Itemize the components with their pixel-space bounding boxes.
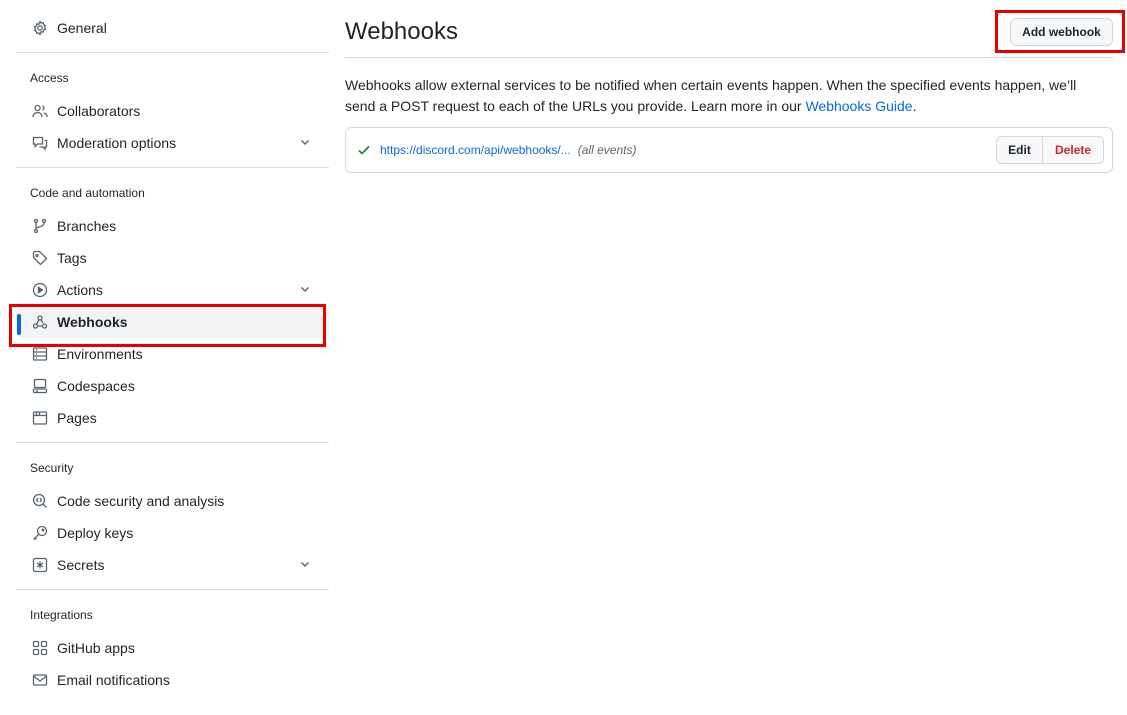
sidebar-item-codespaces[interactable]: Codespaces: [16, 370, 329, 402]
sidebar-item-environments[interactable]: Environments: [16, 338, 329, 370]
key-asterisk-icon: [32, 557, 48, 573]
sidebar-item-code-security[interactable]: Code security and analysis: [16, 485, 329, 517]
sidebar-item-label: General: [57, 20, 107, 36]
sidebar-item-actions[interactable]: Actions: [16, 274, 329, 306]
divider: [16, 52, 329, 53]
sidebar-item-label: Collaborators: [57, 103, 141, 119]
webhook-actions: Edit Delete: [996, 136, 1104, 164]
add-webhook-button[interactable]: Add webhook: [1010, 18, 1113, 46]
group-title-integrations: Integrations: [30, 608, 93, 622]
description-text: Webhooks allow external services to be n…: [345, 77, 1077, 114]
comment-discussion-icon: [32, 135, 48, 151]
key-icon: [32, 525, 48, 541]
page-header: Webhooks Add webhook: [345, 0, 1113, 58]
edit-webhook-button[interactable]: Edit: [996, 136, 1043, 164]
sidebar-item-email-notifications[interactable]: Email notifications: [16, 664, 329, 696]
sidebar-item-deploy-keys[interactable]: Deploy keys: [16, 517, 329, 549]
gear-icon: [32, 20, 48, 36]
sidebar-item-pages[interactable]: Pages: [16, 402, 329, 434]
tag-icon: [32, 250, 48, 266]
divider: [16, 589, 329, 590]
sidebar-item-label: Pages: [57, 410, 97, 426]
sidebar-item-label: Tags: [57, 250, 87, 266]
divider: [16, 167, 329, 168]
people-icon: [32, 103, 48, 119]
sidebar-item-label: Moderation options: [57, 135, 177, 151]
group-title-security: Security: [30, 461, 74, 475]
sidebar-item-label: Code security and analysis: [57, 493, 225, 509]
webhook-list-item: https://discord.com/api/webhooks/... (al…: [345, 127, 1113, 173]
webhook-events: (all events): [577, 143, 637, 157]
webhooks-description: Webhooks allow external services to be n…: [345, 75, 1110, 117]
codespaces-icon: [32, 378, 48, 394]
sidebar-item-label: Deploy keys: [57, 525, 134, 541]
sidebar-item-label: Codespaces: [57, 378, 135, 394]
server-icon: [32, 346, 48, 362]
settings-sidebar: General Access Collaborators Moderation …: [16, 12, 329, 696]
webhook-url-link[interactable]: https://discord.com/api/webhooks/...: [380, 143, 571, 157]
divider: [16, 442, 329, 443]
codescan-icon: [32, 493, 48, 509]
main-content: Webhooks Add webhook Webhooks allow exte…: [345, 0, 1113, 173]
sidebar-item-branches[interactable]: Branches: [16, 210, 329, 242]
sidebar-item-label: Webhooks: [57, 314, 128, 330]
play-icon: [32, 282, 48, 298]
sidebar-item-general[interactable]: General: [16, 12, 329, 44]
browser-icon: [32, 410, 48, 426]
delete-webhook-button[interactable]: Delete: [1043, 136, 1104, 164]
apps-icon: [32, 640, 48, 656]
description-end: .: [912, 98, 917, 114]
sidebar-item-label: Branches: [57, 218, 117, 234]
page-title: Webhooks: [345, 18, 458, 45]
sidebar-item-secrets[interactable]: Secrets: [16, 549, 329, 581]
chevron-down-icon[interactable]: [299, 136, 311, 148]
chevron-down-icon[interactable]: [299, 558, 311, 570]
sidebar-item-label: Environments: [57, 346, 143, 362]
sidebar-item-moderation-options[interactable]: Moderation options: [16, 127, 329, 159]
sidebar-item-label: Secrets: [57, 557, 105, 573]
check-icon: [358, 145, 370, 155]
sidebar-item-label: GitHub apps: [57, 640, 135, 656]
webhook-icon: [32, 314, 48, 330]
group-title-access: Access: [30, 71, 69, 85]
sidebar-item-github-apps[interactable]: GitHub apps: [16, 632, 329, 664]
git-branch-icon: [32, 218, 48, 234]
sidebar-item-label: Email notifications: [57, 672, 170, 688]
chevron-down-icon[interactable]: [299, 283, 311, 295]
sidebar-item-webhooks[interactable]: Webhooks: [16, 306, 329, 338]
sidebar-item-label: Actions: [57, 282, 103, 298]
sidebar-item-tags[interactable]: Tags: [16, 242, 329, 274]
group-title-code-automation: Code and automation: [30, 186, 145, 200]
mail-icon: [32, 672, 48, 688]
webhooks-guide-link[interactable]: Webhooks Guide: [805, 98, 912, 114]
sidebar-item-collaborators[interactable]: Collaborators: [16, 95, 329, 127]
